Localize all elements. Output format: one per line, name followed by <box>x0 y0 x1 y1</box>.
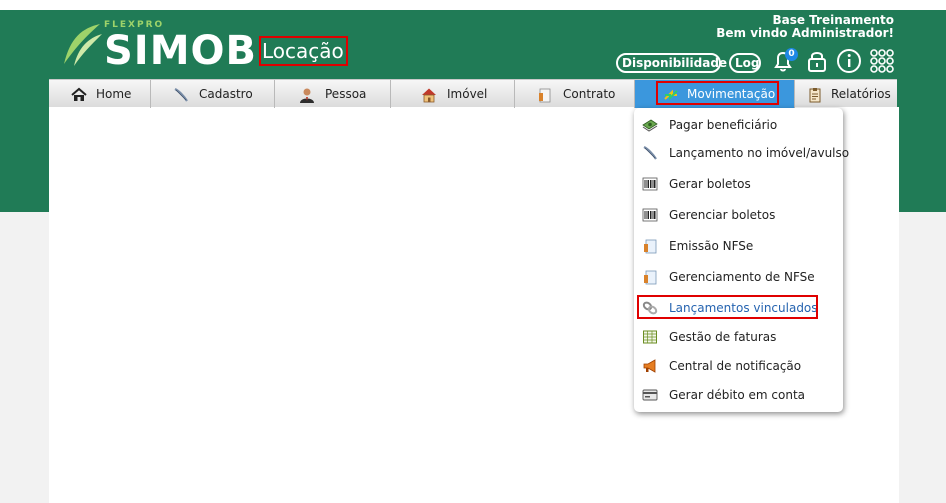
lock-icon[interactable] <box>804 48 830 74</box>
feather-icon <box>643 146 657 160</box>
menu-label: Lançamento no imóvel/avulso <box>669 146 850 160</box>
house-icon <box>422 88 436 103</box>
movimentacao-dropdown: Pagar beneficiário Lançamento no imóvel/… <box>634 108 849 412</box>
menu-label: Gerar débito em conta <box>669 388 806 402</box>
menu-label: Pagar beneficiário <box>669 118 778 132</box>
menu-label: Emissão NFSe <box>669 239 754 253</box>
menu-label: Gerar boletos <box>669 177 751 191</box>
nav-pessoa[interactable]: Pessoa <box>275 80 391 108</box>
money-icon <box>642 119 658 132</box>
logo-simob: SIMOB <box>104 28 257 74</box>
menu-gestao-faturas[interactable]: Gestão de faturas <box>634 324 843 350</box>
top-strip <box>0 0 946 10</box>
menu-central-notificacao[interactable]: Central de notificação <box>634 353 843 379</box>
nav-home[interactable]: Home <box>49 80 151 108</box>
nav-home-label: Home <box>96 87 132 101</box>
nav-imovel-label: Imóvel <box>447 87 488 101</box>
barcode-icon <box>642 208 658 222</box>
disponibilidade-button[interactable]: Disponibilidade <box>616 53 727 73</box>
log-button[interactable]: Log <box>729 53 761 73</box>
nav-cadastro-label: Cadastro <box>199 87 253 101</box>
house-icon <box>71 87 87 101</box>
nav-relatorios-label: Relatórios <box>831 87 891 101</box>
nav-contrato-label: Contrato <box>563 87 616 101</box>
feather-icon <box>174 88 188 102</box>
menu-gerenciar-boletos[interactable]: Gerenciar boletos <box>634 202 843 228</box>
highlight-movimentacao-box <box>656 81 779 105</box>
nav-cadastro[interactable]: Cadastro <box>151 80 275 108</box>
nav-relatorios[interactable]: Relatórios <box>795 80 897 108</box>
barcode-icon <box>642 177 658 191</box>
megaphone-icon <box>643 359 656 373</box>
nav-contrato[interactable]: Contrato <box>515 80 635 108</box>
menu-lancamento-imovel-avulso[interactable]: Lançamento no imóvel/avulso <box>634 140 849 166</box>
highlight-module-box <box>259 36 348 66</box>
menu-gerar-boletos[interactable]: Gerar boletos <box>634 171 843 197</box>
menu-label: Gerenciar boletos <box>669 208 776 222</box>
menu-gerenciamento-nfse[interactable]: Gerenciamento de NFSe <box>634 264 843 290</box>
document-icon <box>644 270 657 285</box>
card-icon <box>642 389 658 401</box>
logo-leaf-icon <box>64 24 102 66</box>
person-icon <box>300 88 314 103</box>
apps-grid-icon[interactable] <box>869 48 895 74</box>
notification-badge: 0 <box>785 48 798 61</box>
menu-label: Gestão de faturas <box>669 330 777 344</box>
menu-label: Central de notificação <box>669 359 802 373</box>
menu-label: Gerenciamento de NFSe <box>669 270 815 284</box>
menu-pagar-beneficiario[interactable]: Pagar beneficiário <box>634 112 843 138</box>
menu-emissao-nfse[interactable]: Emissão NFSe <box>634 233 843 259</box>
nav-imovel[interactable]: Imóvel <box>391 80 515 108</box>
nav-pessoa-label: Pessoa <box>325 87 367 101</box>
clipboard-icon <box>809 88 821 103</box>
welcome-line-user: Bem vindo Administrador! <box>716 26 894 40</box>
info-icon[interactable] <box>836 48 862 74</box>
welcome-text: Base Treinamento Bem vindo Administrador… <box>716 14 894 40</box>
document-icon <box>644 239 657 254</box>
menu-gerar-debito-conta[interactable]: Gerar débito em conta <box>634 382 843 408</box>
spreadsheet-icon <box>643 330 657 344</box>
document-icon <box>539 88 551 103</box>
highlight-lancamentos-vinculados-box <box>637 295 818 319</box>
